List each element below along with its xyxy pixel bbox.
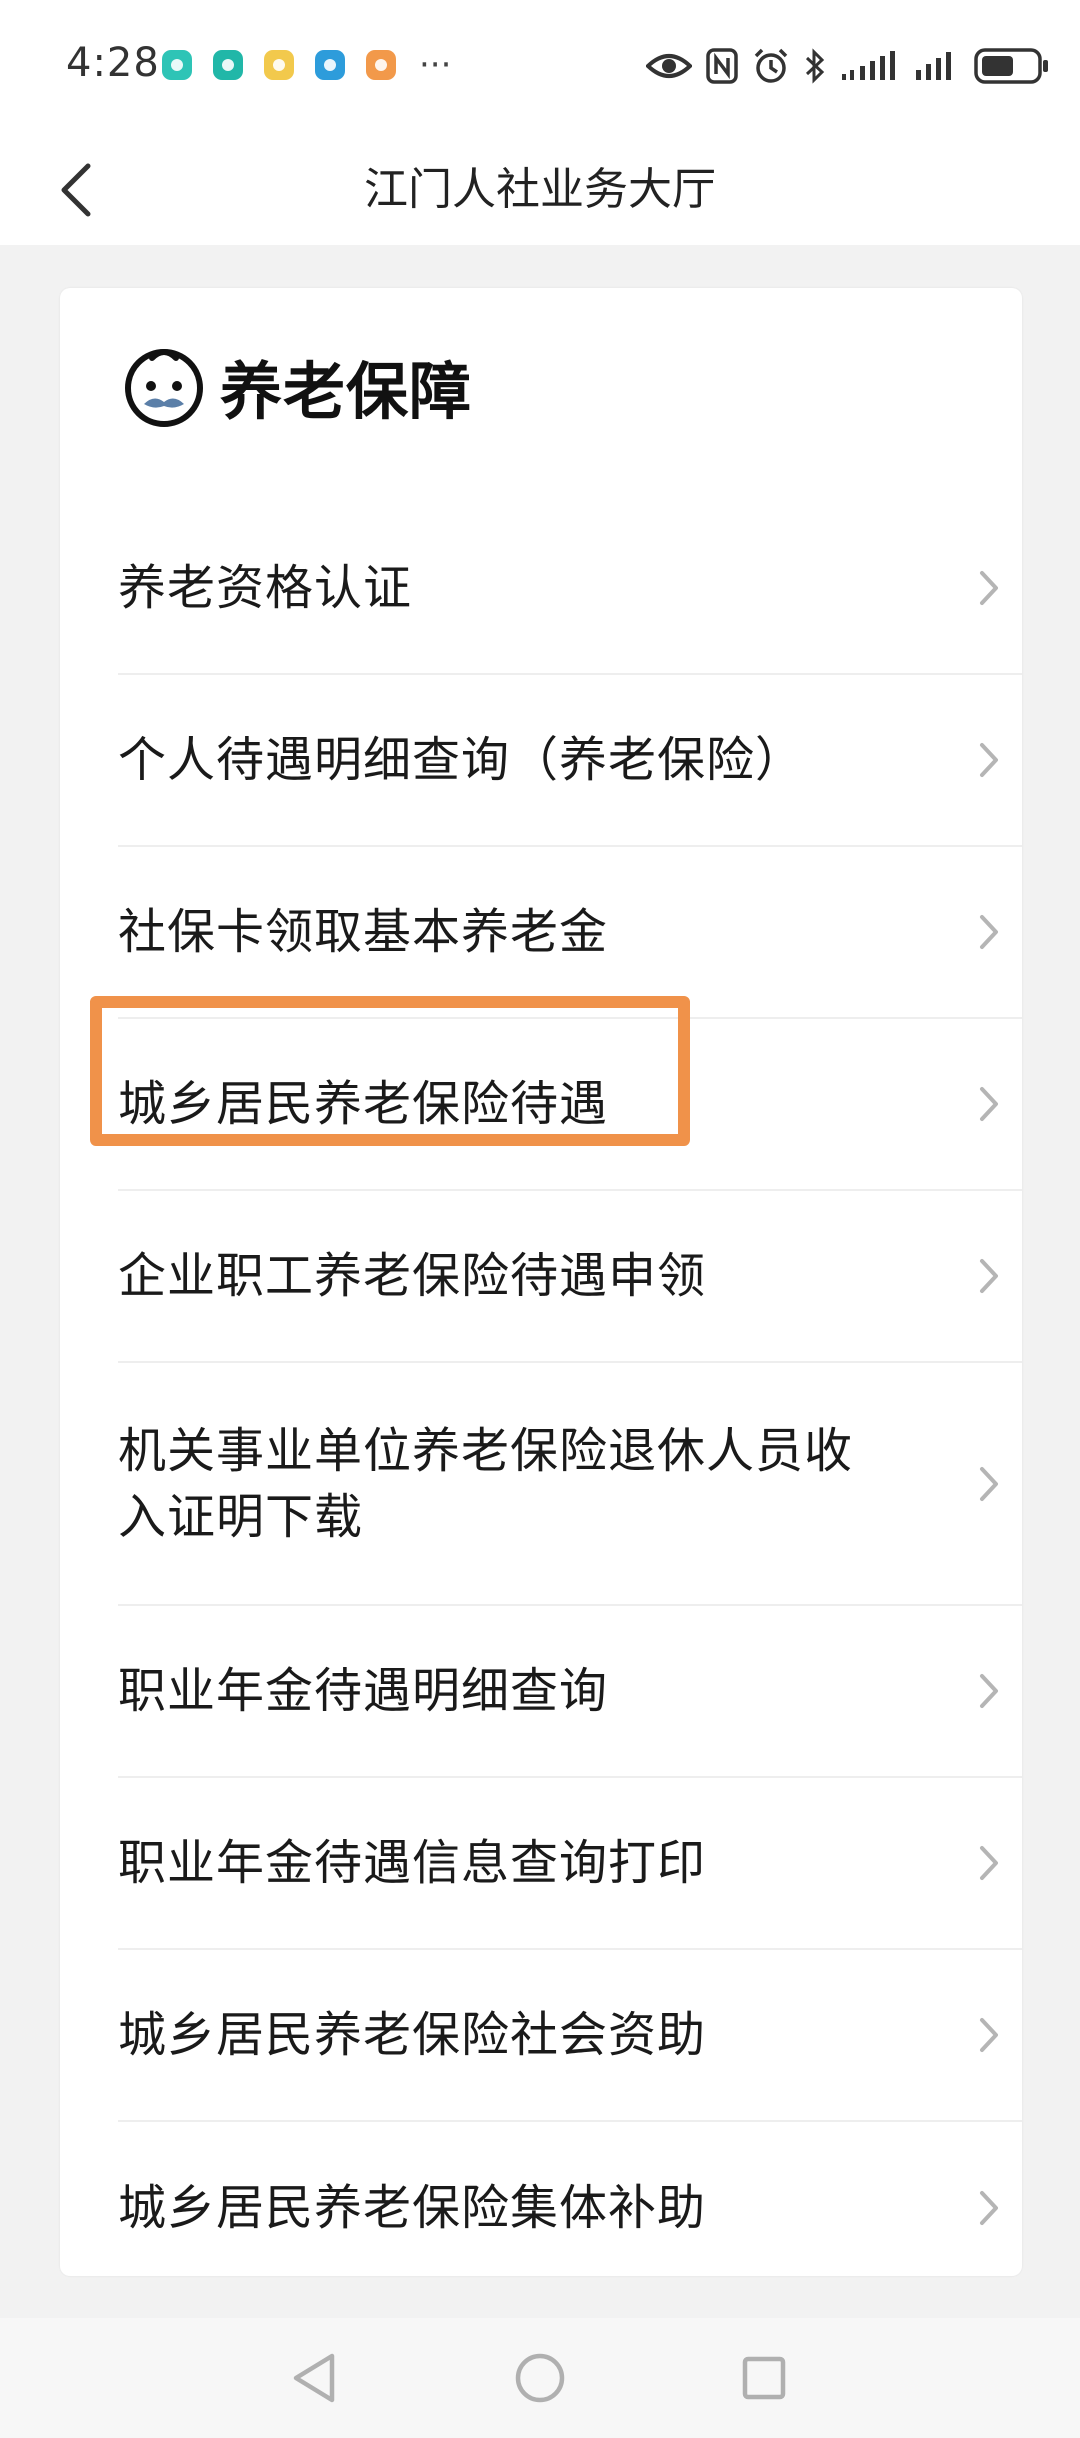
chevron-right-icon	[974, 1256, 1004, 1296]
circle-home-icon	[515, 2353, 565, 2403]
status-bar: 4:28 ···	[0, 0, 1080, 135]
nav-back-button[interactable]	[276, 2340, 352, 2416]
nav-home-button[interactable]	[502, 2340, 578, 2416]
battery-icon	[974, 48, 1050, 84]
chevron-right-icon	[974, 912, 1004, 952]
menu-item-label: 城乡居民养老保险集体补助	[118, 2180, 707, 2236]
menu-item-label: 职业年金待遇明细查询	[118, 1663, 609, 1719]
nav-recents-button[interactable]	[726, 2340, 802, 2416]
menu-item-resident-pension-collective-subsidy[interactable]: 城乡居民养老保险集体补助	[118, 2122, 1022, 2294]
chevron-right-icon	[974, 740, 1004, 780]
menu-item-label: 职业年金待遇信息查询打印	[118, 1835, 707, 1891]
menu-item-card-pension-collection[interactable]: 社保卡领取基本养老金	[118, 847, 1022, 1019]
menu-item-label: 社保卡领取基本养老金	[118, 904, 609, 960]
eye-icon	[646, 51, 692, 81]
menu-item-employee-pension-claim[interactable]: 企业职工养老保险待遇申领	[118, 1191, 1022, 1363]
pension-services-card: 养老保障 养老资格认证 个人待遇明细查询（养老保险） 社保卡领取基本养老金 城乡…	[60, 288, 1022, 2276]
triangle-back-icon	[293, 2353, 335, 2403]
chevron-right-icon	[974, 2015, 1004, 2055]
chevron-right-icon	[974, 568, 1004, 608]
menu-item-personal-benefit-details[interactable]: 个人待遇明细查询（养老保险）	[118, 675, 1022, 847]
menu-item-label: 城乡居民养老保险社会资助	[118, 2007, 707, 2063]
menu-item-resident-pension-benefits[interactable]: 城乡居民养老保险待遇	[118, 1019, 1022, 1191]
square-recents-icon	[742, 2356, 786, 2400]
menu-item-retiree-income-certificate[interactable]: 机关事业单位养老保险退休人员收入证明下载	[118, 1363, 1022, 1606]
alarm-icon	[752, 47, 790, 85]
signal-strength-icon-1	[840, 50, 900, 82]
chevron-right-icon	[974, 1843, 1004, 1883]
menu-item-annuity-benefit-details[interactable]: 职业年金待遇明细查询	[118, 1606, 1022, 1778]
app-notification-icon-4	[315, 50, 345, 80]
menu-item-label: 城乡居民养老保险待遇	[118, 1076, 609, 1132]
system-status-icons	[632, 44, 1050, 88]
bluetooth-icon	[804, 48, 826, 84]
app-notification-icon-5	[366, 50, 396, 80]
menu-item-label: 个人待遇明细查询（养老保险）	[118, 732, 805, 788]
section-title: 养老保障	[220, 355, 473, 428]
more-notifications-icon: ···	[419, 45, 452, 85]
signal-strength-icon-2	[914, 50, 960, 82]
menu-item-annuity-info-print[interactable]: 职业年金待遇信息查询打印	[118, 1778, 1022, 1950]
chevron-right-icon	[974, 2188, 1004, 2228]
menu-item-pension-qualification[interactable]: 养老资格认证	[118, 503, 1022, 675]
chevron-right-icon	[974, 1464, 1004, 1504]
menu-list: 养老资格认证 个人待遇明细查询（养老保险） 社保卡领取基本养老金 城乡居民养老保…	[118, 503, 1022, 2294]
chevron-right-icon	[974, 1084, 1004, 1124]
notification-icons: ···	[162, 45, 452, 85]
menu-item-resident-pension-social-aid[interactable]: 城乡居民养老保险社会资助	[118, 1950, 1022, 2122]
chevron-right-icon	[974, 1671, 1004, 1711]
app-notification-icon-1	[162, 50, 192, 80]
nfc-icon	[706, 48, 738, 84]
system-nav-bar	[0, 2318, 1080, 2438]
elderly-face-icon	[125, 349, 203, 427]
status-time: 4:28	[66, 40, 160, 86]
menu-item-label: 企业职工养老保险待遇申领	[118, 1248, 707, 1304]
menu-item-label: 机关事业单位养老保险退休人员收入证明下载	[118, 1422, 854, 1545]
section-header: 养老保障	[122, 336, 472, 436]
app-header: 江门人社业务大厅	[0, 135, 1080, 245]
menu-item-label: 养老资格认证	[118, 560, 413, 616]
app-notification-icon-3	[264, 50, 294, 80]
app-notification-icon-2	[213, 50, 243, 80]
page-title: 江门人社业务大厅	[364, 164, 716, 215]
